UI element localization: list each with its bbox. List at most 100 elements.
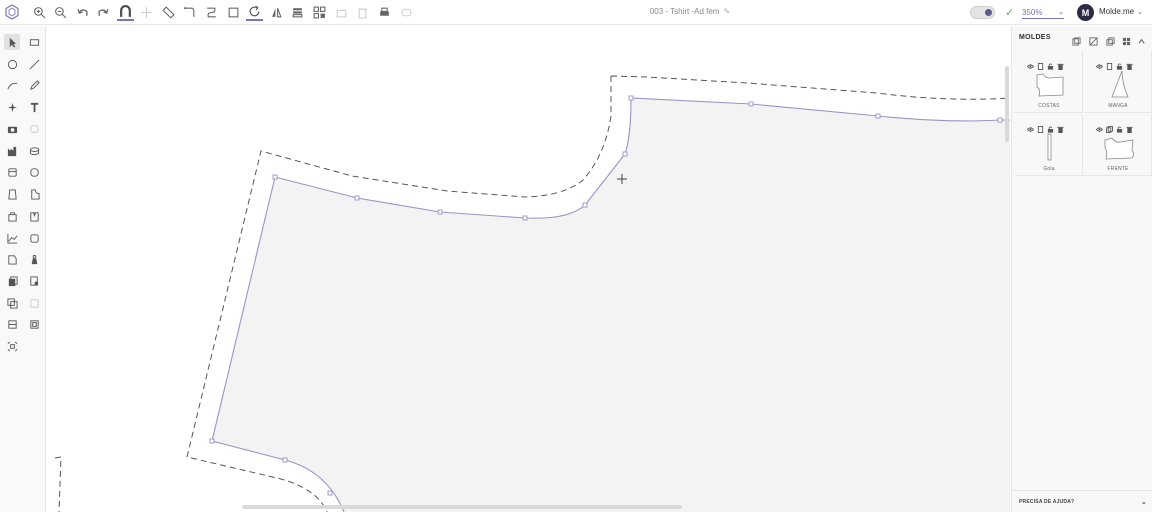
rotate-icon[interactable] xyxy=(246,4,263,21)
pencil-icon[interactable] xyxy=(26,77,42,93)
piece-rounded-icon[interactable] xyxy=(26,164,42,180)
edit-title-icon[interactable]: ✎ xyxy=(723,7,730,16)
piece-outline-icon[interactable] xyxy=(4,164,20,180)
piece-name: COSTAS xyxy=(1038,103,1060,109)
pieces-panel: MOLDES COSTAS MANGA Gola FRENTE PRECISA … xyxy=(1011,26,1152,512)
eye-icon[interactable] xyxy=(1095,120,1104,132)
pattern-piece-drawing[interactable] xyxy=(47,26,1010,512)
pattern-canvas[interactable] xyxy=(47,26,1010,512)
piece-card[interactable]: MANGA xyxy=(1084,51,1152,113)
path-icon[interactable] xyxy=(181,4,198,21)
document-title[interactable]: 003 - Tshirt -Ad fem ✎ xyxy=(600,7,780,16)
piece-thumbnail-frente xyxy=(1104,137,1134,160)
piece-thumbnail-gola xyxy=(1047,133,1052,161)
lock-icon[interactable] xyxy=(1047,57,1054,70)
horizontal-scrollbar[interactable] xyxy=(242,505,682,509)
eye-icon[interactable] xyxy=(1095,57,1104,69)
grid-view-icon[interactable] xyxy=(1122,33,1132,46)
curve-path-icon[interactable] xyxy=(203,4,220,21)
lock-icon[interactable] xyxy=(1116,120,1123,133)
user-menu[interactable]: Molde.me ⌄ xyxy=(1099,7,1143,16)
lock-icon[interactable] xyxy=(1047,120,1054,133)
page-icon[interactable] xyxy=(1106,57,1113,70)
cross-guide-icon[interactable] xyxy=(138,4,155,21)
vertex-handle xyxy=(997,117,1003,123)
mirror-icon[interactable] xyxy=(268,4,285,21)
rectangle-select-icon[interactable] xyxy=(26,34,42,50)
line-icon[interactable] xyxy=(26,56,42,72)
trash-icon[interactable] xyxy=(1057,57,1064,70)
add-piece-icon[interactable] xyxy=(1072,33,1082,46)
trash-icon[interactable] xyxy=(1057,120,1064,133)
piece-card[interactable]: COSTAS xyxy=(1015,51,1083,113)
fold-icon[interactable] xyxy=(4,251,20,267)
zoom-out-icon[interactable] xyxy=(52,4,69,21)
piece-name: Gola xyxy=(1043,166,1055,172)
magnet-icon[interactable] xyxy=(117,4,134,21)
vertex-handle xyxy=(209,438,215,444)
arrange-icon[interactable] xyxy=(311,4,328,21)
duplicate-icon[interactable] xyxy=(4,295,20,311)
redo-icon[interactable] xyxy=(95,4,112,21)
panel-title: MOLDES xyxy=(1019,34,1051,41)
graph-icon[interactable] xyxy=(4,230,20,246)
grid-piece-icon[interactable] xyxy=(26,316,42,332)
chevron-up-icon[interactable] xyxy=(1137,33,1147,44)
square-icon[interactable] xyxy=(225,4,242,21)
eye-icon[interactable] xyxy=(1026,57,1035,69)
stack-icon[interactable] xyxy=(26,143,42,159)
help-section[interactable]: PRECISA DE AJUDA? ⌄ xyxy=(1012,490,1152,512)
comment-icon[interactable] xyxy=(26,121,42,137)
sleeve-icon[interactable] xyxy=(26,186,42,202)
avatar[interactable]: M xyxy=(1077,4,1094,21)
text-icon[interactable] xyxy=(26,99,42,115)
dart-icon[interactable] xyxy=(26,230,42,246)
layers-icon[interactable] xyxy=(289,4,306,21)
shirt-front-icon[interactable] xyxy=(4,186,20,202)
app-logo-icon[interactable] xyxy=(4,4,20,20)
trash-icon[interactable] xyxy=(1126,57,1133,70)
vertex-handle xyxy=(354,195,360,201)
trash-icon[interactable] xyxy=(1126,120,1133,133)
vertex-handle xyxy=(875,113,881,119)
help-label: PRECISA DE AJUDA? xyxy=(1019,499,1075,505)
lock-icon[interactable] xyxy=(1116,57,1123,70)
search-piece-icon[interactable] xyxy=(26,273,42,289)
disabled-tool-icon[interactable] xyxy=(26,295,42,311)
page-icon[interactable] xyxy=(1037,120,1044,133)
zoom-select[interactable]: 350% ⌄ xyxy=(1022,6,1064,19)
chevron-down-icon: ⌄ xyxy=(1058,9,1064,16)
circle-icon[interactable] xyxy=(4,56,20,72)
disabled-tool-icon[interactable] xyxy=(333,4,350,21)
copy-icon[interactable] xyxy=(1106,120,1113,133)
copy-all-icon[interactable] xyxy=(1106,33,1116,46)
piece-card[interactable]: Gola xyxy=(1015,114,1083,176)
ruler-icon[interactable] xyxy=(160,4,177,21)
hide-all-icon[interactable] xyxy=(1089,33,1099,46)
vertical-scrollbar[interactable] xyxy=(1005,66,1009,142)
layout-icon[interactable] xyxy=(4,316,20,332)
factory-icon[interactable] xyxy=(4,143,20,159)
eye-icon[interactable] xyxy=(1026,120,1035,132)
trash-icon[interactable] xyxy=(354,4,371,21)
print-icon[interactable] xyxy=(376,4,393,21)
zoom-in-icon[interactable] xyxy=(31,4,48,21)
vertex-handle xyxy=(748,101,754,107)
piece-card[interactable]: FRENTE xyxy=(1084,114,1152,176)
select-arrow-icon[interactable] xyxy=(4,34,20,50)
vertex-handle xyxy=(582,202,588,208)
vertex-handle xyxy=(628,95,634,101)
auto-fit-icon[interactable] xyxy=(4,338,20,354)
disabled-tool-icon[interactable] xyxy=(398,4,415,21)
weight-icon[interactable] xyxy=(26,251,42,267)
curve-icon[interactable] xyxy=(4,77,20,93)
vertex-handle xyxy=(622,151,628,157)
copy-piece-icon[interactable] xyxy=(4,273,20,289)
page-icon[interactable] xyxy=(1037,57,1044,70)
bag-icon[interactable] xyxy=(4,208,20,224)
camera-icon[interactable] xyxy=(4,121,20,137)
undo-icon[interactable] xyxy=(74,4,91,21)
view-toggle[interactable] xyxy=(970,6,995,19)
notch-icon[interactable] xyxy=(26,208,42,224)
point-icon[interactable] xyxy=(4,99,20,115)
